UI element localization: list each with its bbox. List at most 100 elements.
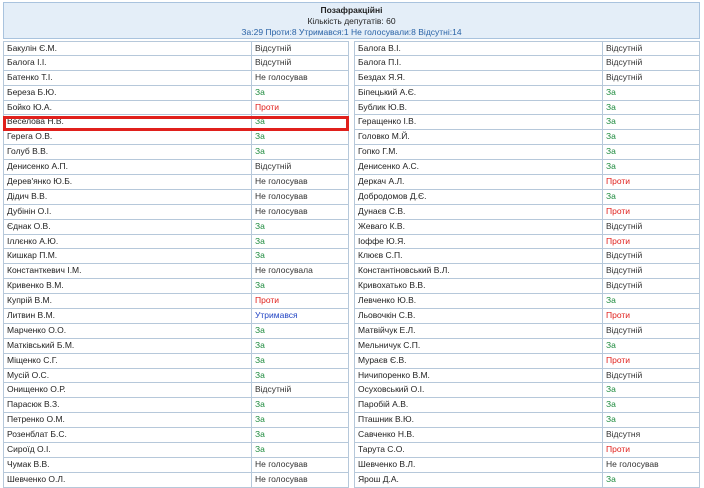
deputy-name[interactable]: Клюєв С.П. [354, 249, 603, 265]
deputy-row: Денисенко А.П. Відсутній [3, 160, 349, 176]
deputies-count: Кількість депутатів: 60 [307, 16, 396, 26]
deputy-name[interactable]: Жеваго К.В. [354, 219, 603, 235]
deputy-row: Бублик Ю.В. За [354, 100, 700, 116]
deputy-name[interactable]: Головко М.Й. [354, 130, 603, 146]
vote-status: Не голосував [252, 204, 349, 220]
vote-status: Проти [603, 443, 700, 458]
deputy-row: Пташник В.Ю. За [354, 413, 700, 429]
deputy-name[interactable]: Кривенко В.М. [3, 279, 252, 295]
deputy-name[interactable]: Батенко Т.І. [3, 70, 252, 86]
deputy-row: Геращенко І.В. За [354, 115, 700, 131]
deputy-name[interactable]: Дунаєв С.В. [354, 204, 603, 220]
deputy-name[interactable]: Тарута С.О. [354, 443, 603, 458]
vote-status: За [603, 145, 700, 161]
vote-status: За [252, 130, 349, 146]
vote-status: Відсутній [252, 55, 349, 71]
deputy-name[interactable]: Купрій В.М. [3, 294, 252, 310]
deputy-name[interactable]: Голуб В.В. [3, 145, 252, 161]
deputy-row: Денисенко А.С. За [354, 160, 700, 176]
deputy-row: Герега О.В. За [3, 130, 349, 146]
deputy-name[interactable]: Міщенко С.Г. [3, 353, 252, 369]
vote-status: Не голосував [603, 457, 700, 473]
deputy-name[interactable]: Литвин В.М. [3, 309, 252, 324]
deputy-name[interactable]: Пташник В.Ю. [354, 413, 603, 429]
deputy-name[interactable]: Дерев'янко Ю.Б. [3, 175, 252, 190]
deputy-row: Балога І.І. Відсутній [3, 55, 349, 71]
vote-status: За [252, 428, 349, 444]
deputy-name[interactable]: Бездах Я.Я. [354, 70, 603, 86]
deputy-name[interactable]: Геращенко І.В. [354, 115, 603, 131]
deputy-name[interactable]: Ярош Д.А. [354, 472, 603, 488]
deputy-name[interactable]: Ничипоренко В.М. [354, 368, 603, 384]
deputy-name[interactable]: Матвійчук Е.Л. [354, 323, 603, 339]
deputy-name[interactable]: Біпецький А.Є. [354, 85, 603, 101]
vote-status: За [252, 145, 349, 161]
deputy-name[interactable]: Матківський Б.М. [3, 338, 252, 354]
deputy-name[interactable]: Іллєнко А.Ю. [3, 234, 252, 250]
faction-title: Позафракційні [320, 5, 383, 15]
vote-status: За [252, 115, 349, 131]
deputy-name[interactable]: Розенблат Б.С. [3, 428, 252, 444]
deputy-name[interactable]: Мураєв Є.В. [354, 353, 603, 369]
deputy-row: Головко М.Й. За [354, 130, 700, 146]
deputy-row: Іллєнко А.Ю. За [3, 234, 349, 250]
deputy-row: Онищенко О.Р. Відсутній [3, 383, 349, 399]
deputy-name[interactable]: Добродомов Д.Є. [354, 189, 603, 205]
deputy-row: Матвійчук Е.Л. Відсутній [354, 323, 700, 339]
deputy-name[interactable]: Онищенко О.Р. [3, 383, 252, 399]
deputy-name[interactable]: Савченко Н.В. [354, 428, 603, 444]
deputy-name[interactable]: Деркач А.Л. [354, 175, 603, 190]
deputy-name[interactable]: Левченко Ю.В. [354, 294, 603, 310]
deputy-name[interactable]: Балога П.І. [354, 55, 603, 71]
deputies-table: Бакулін Є.М. Відсутній Балога І.І. Відсутні… [3, 41, 700, 488]
deputy-name[interactable]: Герега О.В. [3, 130, 252, 146]
deputy-name[interactable]: Шевченко О.Л. [3, 472, 252, 488]
deputy-row: Береза Б.Ю. За [3, 85, 349, 101]
deputy-name[interactable]: Мельничук С.П. [354, 338, 603, 354]
deputy-name[interactable]: Дубінін О.І. [3, 204, 252, 220]
deputy-name[interactable]: Балога В.І. [354, 41, 603, 56]
deputy-name[interactable]: Денисенко А.С. [354, 160, 603, 176]
deputy-name[interactable]: Мусій О.С. [3, 368, 252, 384]
deputy-name[interactable]: Балога І.І. [3, 55, 252, 71]
vote-status: Відсутній [603, 264, 700, 280]
vote-status: За [252, 398, 349, 414]
vote-status: За [252, 249, 349, 265]
deputy-name[interactable]: Бакулін Є.М. [3, 41, 252, 56]
vote-summary[interactable]: За:29 Проти:8 Утримався:1 Не голосували:… [4, 27, 699, 38]
deputy-name[interactable]: Гопко Г.М. [354, 145, 603, 161]
deputy-name[interactable]: Веселова Н.В. [3, 115, 252, 131]
deputy-name[interactable]: Парасюк В.З. [3, 398, 252, 414]
deputy-name[interactable]: Кривохатько В.В. [354, 279, 603, 295]
deputy-row: Левченко Ю.В. За [354, 294, 700, 310]
deputy-name[interactable]: Дідич В.В. [3, 189, 252, 205]
deputy-name[interactable]: Осуховський О.І. [354, 383, 603, 399]
deputy-name[interactable]: Петренко О.М. [3, 413, 252, 429]
deputy-name[interactable]: Береза Б.Ю. [3, 85, 252, 101]
deputy-row: Балога П.І. Відсутній [354, 55, 700, 71]
deputy-name[interactable]: Льовочкін С.В. [354, 309, 603, 324]
deputy-name[interactable]: Шевченко В.Л. [354, 457, 603, 473]
deputy-row: Кишкар П.М. За [3, 249, 349, 265]
deputy-name[interactable]: Єднак О.В. [3, 219, 252, 235]
deputy-name[interactable]: Марченко О.О. [3, 323, 252, 339]
deputies-column-left: Бакулін Є.М. Відсутній Балога І.І. Відсутні… [3, 41, 349, 488]
vote-status: За [603, 398, 700, 414]
vote-status: Відсутній [603, 70, 700, 86]
deputy-name[interactable]: Бублик Ю.В. [354, 100, 603, 116]
deputy-name[interactable]: Паробій А.В. [354, 398, 603, 414]
deputy-row: Гопко Г.М. За [354, 145, 700, 161]
vote-status: За [252, 353, 349, 369]
vote-status: Проти [603, 204, 700, 220]
deputy-name[interactable]: Іоффе Ю.Я. [354, 234, 603, 250]
deputy-name[interactable]: Чумак В.В. [3, 457, 252, 473]
vote-status: Відсутній [603, 219, 700, 235]
deputy-name[interactable]: Денисенко А.П. [3, 160, 252, 176]
deputy-name[interactable]: Константіновський В.Л. [354, 264, 603, 280]
deputy-name[interactable]: Сироїд О.І. [3, 443, 252, 458]
deputy-name[interactable]: Кишкар П.М. [3, 249, 252, 265]
deputy-name[interactable]: Константкевич І.М. [3, 264, 252, 280]
vote-status: За [252, 368, 349, 384]
deputy-name[interactable]: Бойко Ю.А. [3, 100, 252, 116]
deputies-column-right: Балога В.І. Відсутній Балога П.І. Відсутній… [354, 41, 700, 488]
